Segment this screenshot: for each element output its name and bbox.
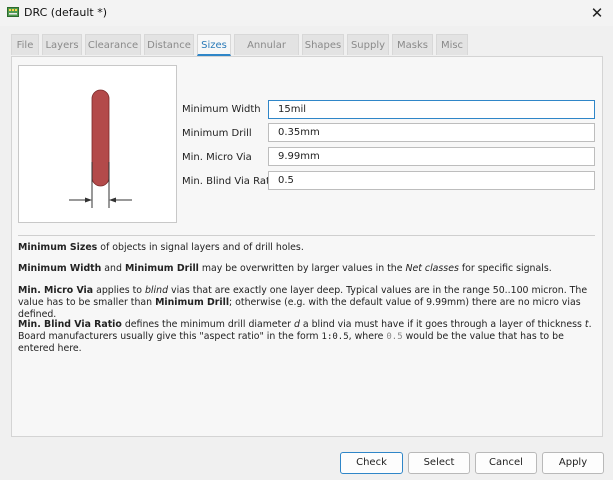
min-drill-input[interactable] (268, 123, 595, 142)
tab-sizes[interactable]: Sizes (197, 34, 231, 56)
help-minimum-sizes: Minimum Sizes of objects in signal layer… (18, 242, 304, 253)
tab-misc[interactable]: Misc (436, 34, 468, 55)
trace-shape (91, 89, 110, 187)
apply-button[interactable]: Apply (542, 452, 604, 474)
help-blind-via-ratio: Min. Blind Via Ratio defines the minimum… (18, 319, 592, 354)
min-micro-via-label: Min. Micro Via (182, 152, 252, 163)
drc-board-icon (7, 7, 19, 17)
width-preview-image (18, 65, 177, 223)
tab-masks[interactable]: Masks (392, 34, 433, 55)
title-bar: DRC (default *) ✕ (0, 0, 613, 26)
help-micro-via: Min. Micro Via applies to blind vias tha… (18, 285, 588, 320)
tab-supply[interactable]: Supply (347, 34, 389, 55)
check-button[interactable]: Check (340, 452, 403, 474)
tab-file[interactable]: File (11, 34, 39, 55)
min-blind-via-ratio-input[interactable] (268, 171, 595, 190)
window-title: DRC (default *) (24, 6, 108, 19)
divider (18, 235, 595, 236)
min-drill-label: Minimum Drill (182, 128, 252, 139)
cancel-button[interactable]: Cancel (475, 452, 537, 474)
close-icon[interactable]: ✕ (587, 3, 607, 23)
tab-distance[interactable]: Distance (144, 34, 194, 55)
tab-shapes[interactable]: Shapes (302, 34, 344, 55)
tab-clearance[interactable]: Clearance (85, 34, 141, 55)
help-width-drill: Minimum Width and Minimum Drill may be o… (18, 263, 552, 274)
min-width-label: Minimum Width (182, 104, 261, 115)
trace-width-diagram (69, 89, 132, 208)
min-blind-via-ratio-label: Min. Blind Via Ratio (182, 176, 279, 187)
min-micro-via-input[interactable] (268, 147, 595, 166)
tab-annular-ring[interactable]: Annular Ring (234, 34, 299, 72)
select-button[interactable]: Select (408, 452, 470, 474)
tab-layers[interactable]: Layers (42, 34, 82, 55)
min-width-input[interactable] (268, 100, 595, 119)
